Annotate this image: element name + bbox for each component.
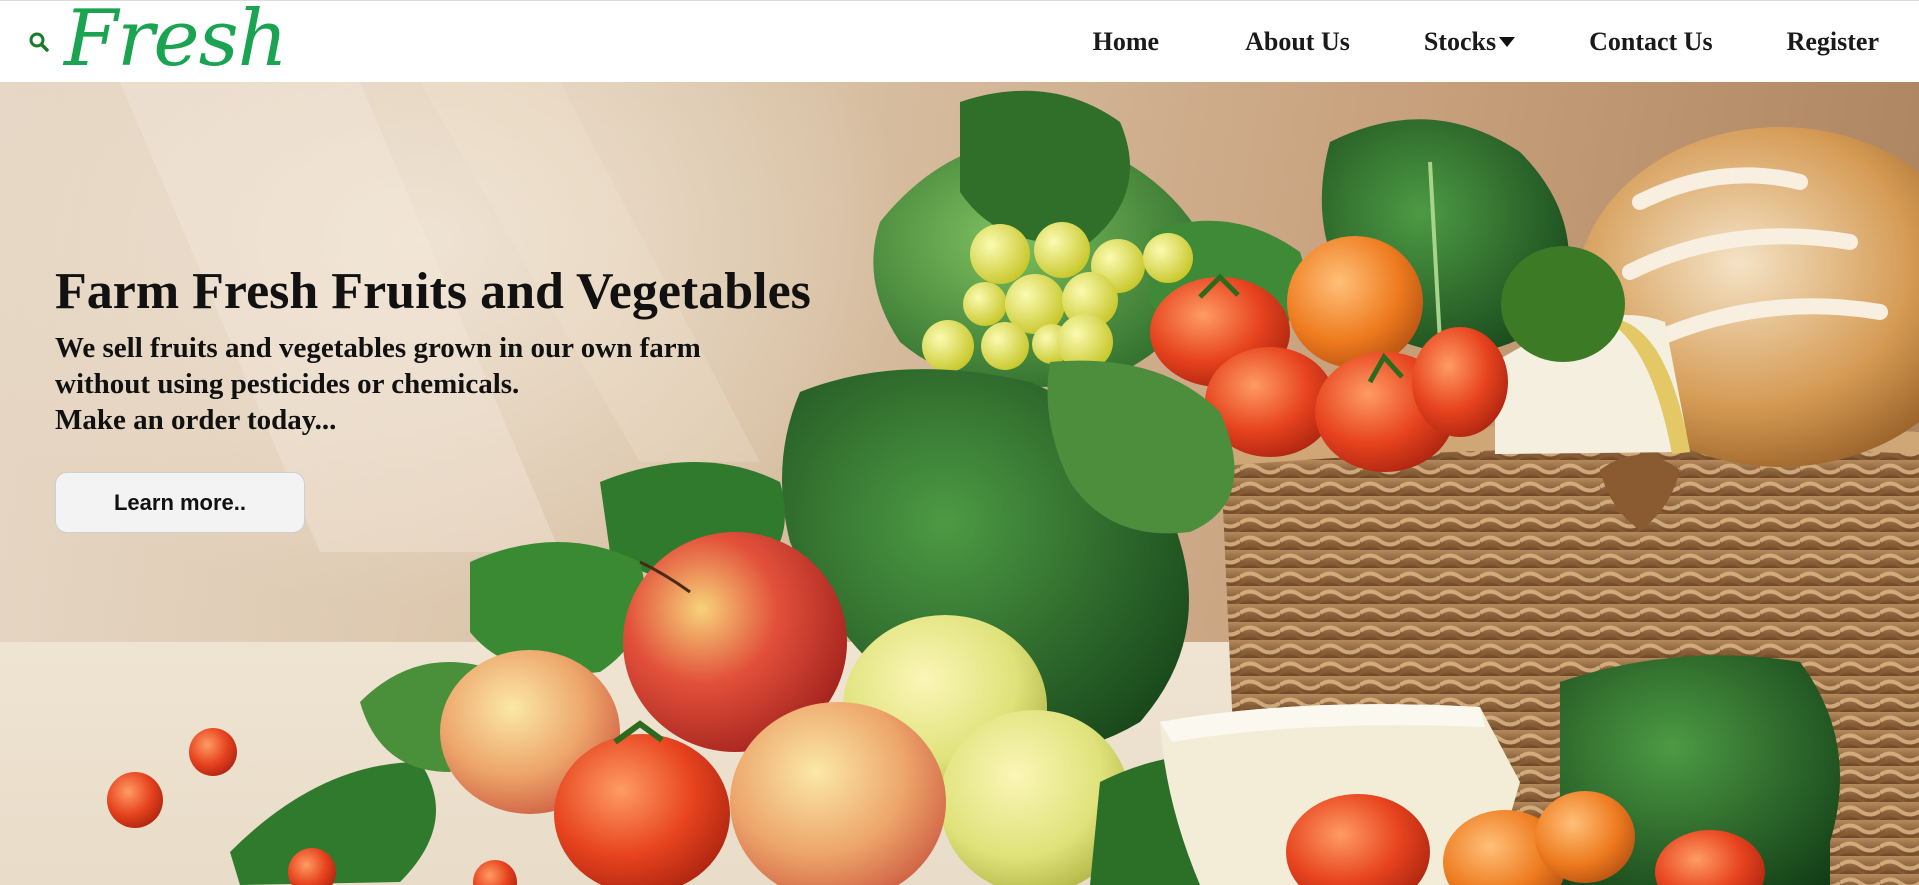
nav-register[interactable]: Register	[1787, 27, 1879, 57]
site-logo[interactable]: Fresh	[64, 0, 288, 79]
caret-down-icon	[1499, 37, 1516, 47]
hero-line-3: Make an order today...	[55, 404, 337, 436]
search-icon[interactable]	[28, 31, 50, 53]
hero-title: Farm Fresh Fruits and Vegetables	[55, 263, 811, 320]
hero-text-block: Farm Fresh Fruits and Vegetables We sell…	[55, 262, 875, 438]
nav-stocks-dropdown[interactable]: Stocks	[1423, 27, 1516, 57]
nav-home[interactable]: Home	[1093, 27, 1159, 57]
nav-contact-us[interactable]: Contact Us	[1589, 27, 1713, 57]
nav-stocks-label: Stocks	[1423, 27, 1497, 56]
hero-line-1: We sell fruits and vegetables grown in o…	[55, 332, 701, 364]
hero-banner: Farm Fresh Fruits and Vegetables We sell…	[0, 82, 1919, 885]
nav-about-us[interactable]: About Us	[1245, 27, 1350, 57]
learn-more-button[interactable]: Learn more..	[55, 472, 305, 533]
hero-line-2: without using pesticides or chemicals.	[55, 368, 520, 400]
site-header: Fresh Home About Us Stocks Contact Us Re…	[0, 0, 1919, 82]
main-nav: Home About Us Stocks Contact Us Register	[1093, 1, 1879, 83]
hero-description: We sell fruits and vegetables grown in o…	[55, 330, 875, 438]
